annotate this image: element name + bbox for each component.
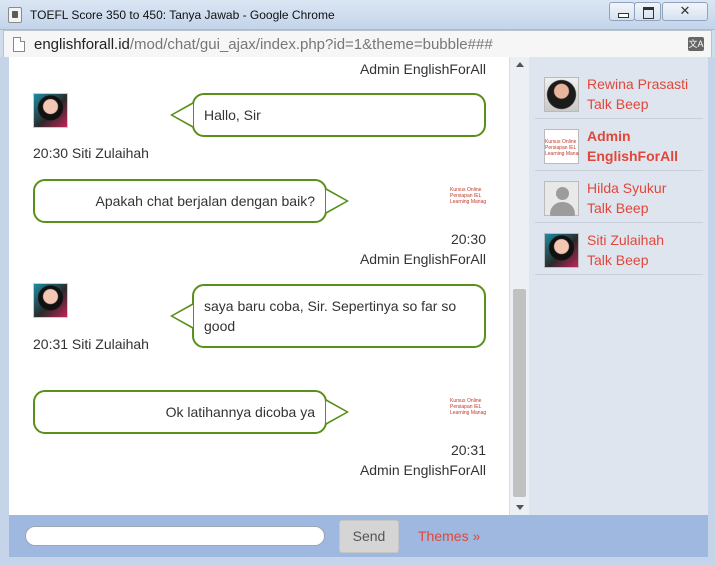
message-meta: 20:31 Siti Zulaihah — [33, 336, 149, 352]
user-item-rewina[interactable]: Rewina Prasasti Talk Beep — [535, 69, 703, 119]
user-item-admin[interactable]: Kursus Online Persiapan IEL Learning Man… — [535, 121, 703, 171]
bubble-tail — [326, 188, 349, 214]
avatar — [544, 233, 579, 268]
user-name[interactable]: Admin — [587, 126, 678, 146]
bubble-tail — [170, 102, 193, 128]
default-user-icon — [544, 181, 579, 216]
user-item-siti[interactable]: Siti Zulaihah Talk Beep — [535, 225, 703, 275]
window-titlebar: TOEFL Score 350 to 450: Tanya Jawab - Go… — [0, 0, 715, 30]
user-name[interactable]: Hilda Syukur — [587, 178, 666, 198]
scroll-up-arrow-icon[interactable] — [516, 62, 524, 67]
talk-beep-link[interactable]: Talk Beep — [587, 198, 666, 218]
message-meta: Admin EnglishForAll — [359, 61, 486, 77]
window-title: TOEFL Score 350 to 450: Tanya Jawab - Go… — [30, 8, 335, 22]
url-text[interactable]: englishforall.id/mod/chat/gui_ajax/index… — [34, 36, 493, 53]
message-text: Apakah chat berjalan dengan baik? — [95, 193, 315, 209]
avatar — [33, 93, 68, 128]
message-bubble: saya baru coba, Sir. Sepertinya so far s… — [170, 284, 486, 348]
page-icon — [13, 37, 25, 52]
send-button[interactable]: Send — [339, 520, 399, 553]
message-meta: 20:30 Siti Zulaihah — [33, 145, 149, 161]
user-item-hilda[interactable]: Hilda Syukur Talk Beep — [535, 173, 703, 223]
talk-beep-link[interactable]: Talk Beep — [587, 250, 664, 270]
avatar — [33, 283, 68, 318]
message-author: Admin EnglishForAll — [359, 251, 486, 267]
bubble-tail — [170, 303, 193, 329]
url-host: englishforall.id — [34, 36, 130, 53]
message-time: 20:30 — [450, 231, 486, 247]
themes-link[interactable]: Themes » — [418, 528, 480, 544]
message-bubble: Apakah chat berjalan dengan baik? — [33, 179, 349, 223]
user-name[interactable]: Rewina Prasasti — [587, 74, 688, 94]
user-info: Rewina Prasasti Talk Beep — [587, 74, 688, 114]
user-name-line2[interactable]: EnglishForAll — [587, 146, 678, 166]
close-button[interactable]: ✕ — [662, 2, 708, 21]
avatar — [544, 77, 579, 112]
scrollbar-thumb[interactable] — [513, 289, 526, 497]
user-info: Admin EnglishForAll — [587, 126, 678, 166]
browser-app-icon — [8, 7, 22, 23]
logo-line: Learning Managem — [450, 199, 486, 205]
minimize-button[interactable] — [609, 2, 635, 21]
chat-input-bar: Send Themes » — [9, 515, 708, 557]
message-bubble: Hallo, Sir — [170, 93, 486, 137]
scroll-down-arrow-icon[interactable] — [516, 505, 524, 510]
address-bar[interactable]: englishforall.id/mod/chat/gui_ajax/index… — [3, 30, 712, 58]
close-icon: ✕ — [679, 4, 691, 19]
user-name[interactable]: Siti Zulaihah — [587, 230, 664, 250]
window-frame-right — [708, 57, 715, 557]
site-logo: Kursus Online Persiapan IEL Learning Man… — [450, 398, 486, 416]
message-bubble: Ok latihannya dicoba ya — [33, 390, 349, 434]
message-text: Ok latihannya dicoba ya — [165, 404, 315, 420]
maximize-button[interactable] — [634, 2, 661, 21]
chat-scrollbar[interactable] — [509, 57, 529, 515]
translate-icon[interactable]: 文A — [688, 37, 704, 51]
message-time: 20:31 — [450, 442, 486, 458]
bubble-tail — [326, 399, 349, 425]
site-logo: Kursus Online Persiapan IEL Learning Man… — [450, 187, 486, 205]
window-frame-bottom — [0, 557, 715, 565]
site-logo: Kursus Online Persiapan IEL Learning Man… — [545, 139, 579, 157]
url-path: /mod/chat/gui_ajax/index.php?id=1&theme=… — [129, 36, 493, 53]
message-input[interactable] — [25, 526, 325, 546]
message-text: saya baru coba, Sir. Sepertinya so far s… — [204, 298, 457, 334]
user-info: Siti Zulaihah Talk Beep — [587, 230, 664, 270]
message-text: Hallo, Sir — [204, 107, 261, 123]
users-list: Rewina Prasasti Talk Beep Kursus Online … — [529, 57, 708, 515]
avatar: Kursus Online Persiapan IEL Learning Man… — [544, 129, 579, 164]
user-info: Hilda Syukur Talk Beep — [587, 178, 666, 218]
logo-line: Learning Managem — [545, 151, 579, 157]
logo-line: Learning Managem — [450, 410, 486, 416]
chat-messages: Admin EnglishForAll Hallo, Sir 20:30 Sit… — [9, 57, 509, 515]
message-author: Admin EnglishForAll — [359, 462, 486, 478]
window-frame-left — [0, 57, 9, 557]
talk-beep-link[interactable]: Talk Beep — [587, 94, 688, 114]
